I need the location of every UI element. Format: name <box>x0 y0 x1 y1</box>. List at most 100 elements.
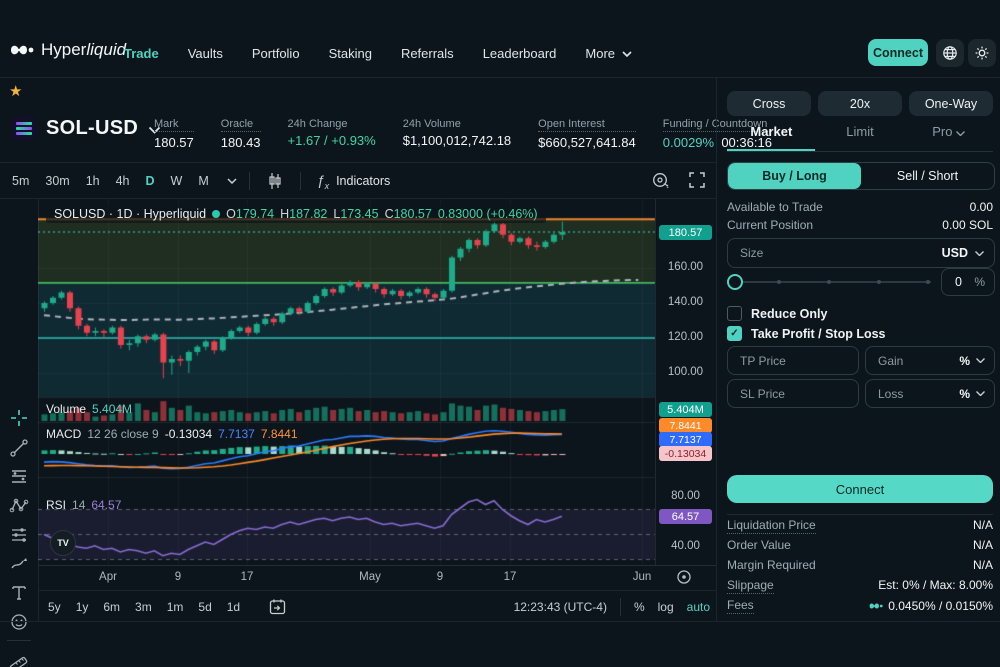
info-row-slippage: SlippageEst: 0% / Max: 8.00% <box>727 578 993 594</box>
position-mode-button[interactable]: One-Way <box>909 91 993 116</box>
timeframe-5m[interactable]: 5m <box>6 174 35 188</box>
coin-selector[interactable]: SOL-USD <box>12 116 161 140</box>
timeframe-menu-chevron-icon[interactable] <box>227 178 237 184</box>
globe-icon <box>942 45 958 61</box>
tradingview-logo[interactable]: TV <box>50 530 76 556</box>
gain-input[interactable]: Gain % <box>865 346 995 375</box>
emoji-tool-icon[interactable] <box>9 612 29 632</box>
price-axis[interactable]: 180.57 160.00 140.00 120.00 100.00 5.404… <box>655 199 716 565</box>
favorites-bar: ★ <box>0 80 716 106</box>
margin-mode-button[interactable]: Cross <box>727 91 811 116</box>
sl-price-input[interactable]: SL Price <box>727 379 859 408</box>
chart-bottom-bar: 5y 1y 6m 3m 1m 5d 1d 12:23:43 (UTC-4) % … <box>38 590 716 622</box>
range-3m[interactable]: 3m <box>135 600 152 614</box>
tab-pro[interactable]: Pro <box>904 124 993 151</box>
chevron-down-icon <box>976 391 985 396</box>
nav-item-portfolio[interactable]: Portfolio <box>252 46 300 61</box>
go-to-date-calendar-icon[interactable] <box>269 598 286 615</box>
macd-line-badge: 7.7137 <box>659 432 712 447</box>
slider-percent-box[interactable]: 0 % <box>941 268 995 296</box>
trend-line-tool-icon[interactable] <box>9 438 29 458</box>
camera-snapshot-icon[interactable] <box>652 171 671 189</box>
buy-long-button[interactable]: Buy / Long <box>728 163 861 189</box>
auto-scale-toggle[interactable]: auto <box>687 600 710 614</box>
language-globe-button[interactable] <box>936 39 964 67</box>
tab-market[interactable]: Market <box>727 124 816 151</box>
hyperliquid-logo[interactable]: Hyperliquid <box>10 40 126 60</box>
range-6m[interactable]: 6m <box>103 600 120 614</box>
reduce-only-checkbox[interactable] <box>727 306 742 321</box>
tpsl-checkbox[interactable]: ✓ <box>727 326 742 341</box>
time-axis[interactable]: Apr 9 17 May 9 17 Jun <box>38 565 716 591</box>
clock-label[interactable]: 12:23:43 (UTC-4) <box>514 600 607 614</box>
active-tab-underline <box>727 149 815 151</box>
tp-price-input[interactable]: TP Price <box>727 346 859 375</box>
loss-unit-selector[interactable]: % <box>959 387 985 401</box>
percent-scale-toggle[interactable]: % <box>634 600 645 614</box>
stat-mark: Mark180.57 <box>154 118 194 150</box>
timeframe-1w[interactable]: W <box>165 174 189 188</box>
nav-item-trade[interactable]: Trade <box>124 46 159 61</box>
stat-24h-change: 24h Change+1.67 / +0.93% <box>288 118 376 150</box>
available-label: Available to Trade <box>727 200 823 214</box>
text-tool-icon[interactable] <box>9 583 29 603</box>
nav-item-staking[interactable]: Staking <box>329 46 372 61</box>
timeframe-1d[interactable]: D <box>140 174 161 188</box>
timeframe-4h[interactable]: 4h <box>110 174 136 188</box>
chart-area[interactable]: SOLUSD · 1D · Hyperliquid O179.74 H187.8… <box>38 199 716 565</box>
status-dot <box>212 210 220 218</box>
favorite-star-icon[interactable]: ★ <box>9 82 22 100</box>
tab-limit[interactable]: Limit <box>816 124 905 151</box>
price-chart-canvas[interactable] <box>38 199 716 565</box>
range-1m[interactable]: 1m <box>167 600 184 614</box>
fullscreen-icon[interactable] <box>689 172 705 188</box>
log-scale-toggle[interactable]: log <box>658 600 674 614</box>
measure-ruler-tool-icon[interactable] <box>9 650 29 667</box>
nav-item-leaderboard[interactable]: Leaderboard <box>483 46 557 61</box>
indicators-button[interactable]: ƒx Indicators <box>317 172 391 191</box>
range-1y[interactable]: 1y <box>76 600 89 614</box>
panel-connect-button[interactable]: Connect <box>727 475 993 503</box>
loss-input[interactable]: Loss % <box>865 379 995 408</box>
forecast-tool-icon[interactable] <box>9 525 29 545</box>
size-unit-selector[interactable]: USD <box>942 246 984 260</box>
macd-signal-badge: 7.8441 <box>659 418 712 433</box>
fx-icon: ƒx <box>317 172 329 191</box>
rsi-tick: 80.00 <box>655 490 716 502</box>
settings-button[interactable] <box>968 39 996 67</box>
nav-item-more[interactable]: More <box>585 46 632 61</box>
leverage-button[interactable]: 20x <box>818 91 902 116</box>
symbol-label: SOL-USD <box>46 117 138 140</box>
sell-short-button[interactable]: Sell / Short <box>861 163 994 189</box>
time-tick: 17 <box>504 571 517 583</box>
nav-item-referrals[interactable]: Referrals <box>401 46 454 61</box>
connect-button[interactable]: Connect <box>868 39 928 66</box>
pattern-xabcd-tool-icon[interactable] <box>9 496 29 516</box>
size-slider[interactable] <box>727 274 931 290</box>
crosshair-tool-icon[interactable] <box>9 408 29 428</box>
brand-prefix: Hyper <box>41 40 86 59</box>
brush-tool-icon[interactable] <box>9 554 29 574</box>
gain-unit-selector[interactable]: % <box>959 354 985 368</box>
chart-legend: SOLUSD · 1D · Hyperliquid O179.74 H187.8… <box>46 205 546 223</box>
slider-thumb[interactable] <box>727 274 743 290</box>
info-row-liquidation: Liquidation PriceN/A <box>727 518 993 534</box>
range-5d[interactable]: 5d <box>198 600 211 614</box>
timeframe-30m[interactable]: 30m <box>39 174 75 188</box>
timeframe-1m[interactable]: M <box>192 174 214 188</box>
info-row-fees: Fees 0.0450% / 0.0150% <box>727 598 993 614</box>
range-1d[interactable]: 1d <box>227 600 240 614</box>
time-tick: Apr <box>99 571 117 583</box>
range-5y[interactable]: 5y <box>48 600 61 614</box>
scroll-to-realtime-icon[interactable] <box>676 569 692 585</box>
candle-style-icon[interactable] <box>266 172 284 190</box>
rsi-pane-label: RSI 14 64.57 <box>46 498 121 512</box>
chevron-down-icon <box>956 131 965 136</box>
fib-retracement-tool-icon[interactable] <box>9 467 29 487</box>
nav-item-vaults[interactable]: Vaults <box>188 46 223 61</box>
info-row-margin: Margin RequiredN/A <box>727 558 993 572</box>
size-input[interactable]: Size USD <box>727 238 995 268</box>
chevron-down-icon <box>622 51 632 57</box>
timeframe-1h[interactable]: 1h <box>80 174 106 188</box>
available-value: 0.00 <box>970 200 993 214</box>
